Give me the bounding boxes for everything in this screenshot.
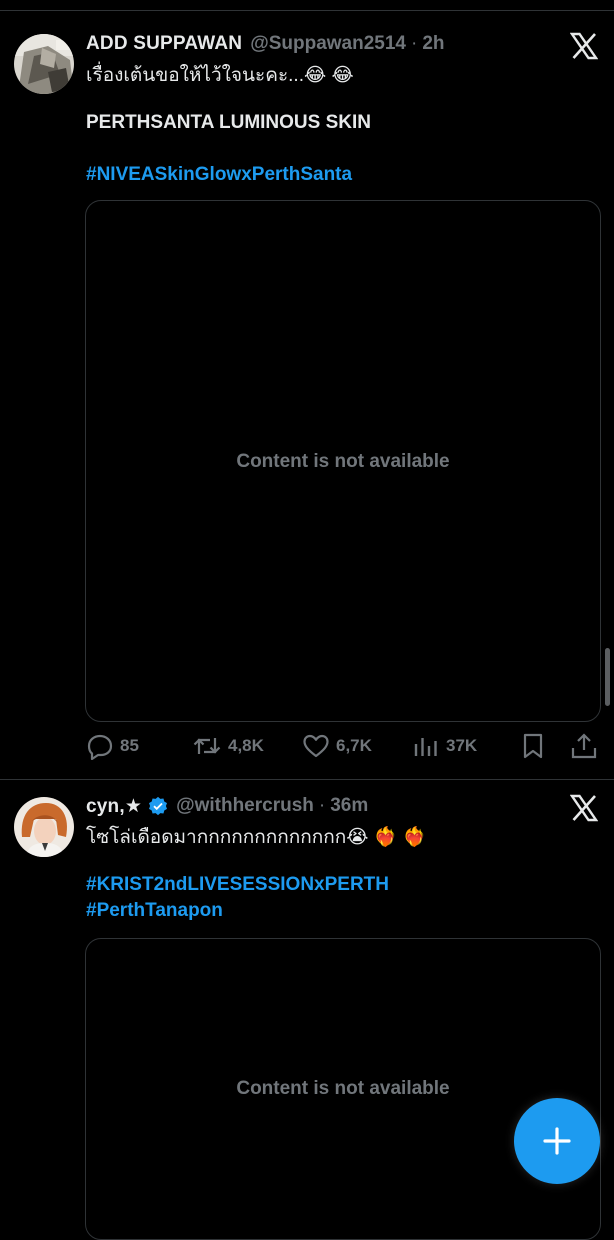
plus-icon <box>543 1127 571 1155</box>
bookmark-icon <box>523 733 543 759</box>
heart-icon <box>303 734 329 758</box>
reply-button[interactable]: 85 <box>86 730 139 762</box>
share-button[interactable] <box>570 730 598 762</box>
scrollbar-thumb[interactable] <box>605 648 610 706</box>
views-count: 37K <box>446 736 478 755</box>
retweet-icon <box>193 738 221 754</box>
like-count: 6,7K <box>336 736 372 755</box>
media-placeholder[interactable]: Content is not available <box>85 200 601 722</box>
tweet-header: ADD SUPPAWAN @Suppawan2514 · 2h <box>86 31 445 57</box>
bookmark-button[interactable] <box>520 730 546 762</box>
tweet-header: cyn,★ @withhercrush · 36m <box>86 793 368 819</box>
separator-dot: · <box>411 33 418 54</box>
x-logo-icon[interactable] <box>569 794 599 822</box>
handle[interactable]: @withhercrush <box>176 795 314 817</box>
media-unavailable-message: Content is not available <box>236 1078 450 1099</box>
tweet[interactable]: ADD SUPPAWAN @Suppawan2514 · 2h เรื่องเต… <box>0 0 614 780</box>
hashtag-link[interactable]: #PerthTanapon <box>86 900 223 922</box>
separator-dot: · <box>318 795 326 816</box>
tweet-text: โซโล่เดือดมากกกกกกกกกกกกก😭 ❤️‍🔥 ❤️‍🔥 <box>86 827 427 848</box>
avatar[interactable] <box>14 34 74 94</box>
reply-count: 85 <box>120 736 139 755</box>
reply-icon <box>87 734 113 760</box>
tweet-text: เรื่องเต้นขอให้ไว้ใจนะคะ...😂 😂 <box>86 65 354 86</box>
display-name[interactable]: ADD SUPPAWAN <box>86 33 242 55</box>
tweet-actions: 85 4,8K 6,7K 37K <box>86 730 600 762</box>
x-logo-icon[interactable] <box>569 32 599 60</box>
timestamp[interactable]: 36m <box>330 795 368 817</box>
verified-badge-icon <box>149 796 168 816</box>
views-icon <box>414 738 437 756</box>
tweet-text-bold: PERTHSANTA LUMINOUS SKIN <box>86 112 371 133</box>
retweet-button[interactable]: 4,8K <box>192 730 264 762</box>
media-placeholder[interactable]: Content is not available <box>85 938 601 1240</box>
share-icon <box>571 733 597 759</box>
hashtag-link[interactable]: #NIVEASkinGlowxPerthSanta <box>86 164 352 186</box>
timestamp[interactable]: 2h <box>422 33 444 55</box>
retweet-count: 4,8K <box>228 736 264 755</box>
compose-button[interactable] <box>514 1098 600 1184</box>
avatar[interactable] <box>14 797 74 857</box>
media-unavailable-message: Content is not available <box>236 451 450 472</box>
display-name[interactable]: cyn,★ <box>86 795 142 818</box>
views-button[interactable]: 37K <box>412 730 477 762</box>
like-button[interactable]: 6,7K <box>302 730 372 762</box>
hashtag-link[interactable]: #KRIST2ndLIVESESSIONxPERTH <box>86 874 389 896</box>
handle[interactable]: @Suppawan2514 <box>250 33 406 55</box>
